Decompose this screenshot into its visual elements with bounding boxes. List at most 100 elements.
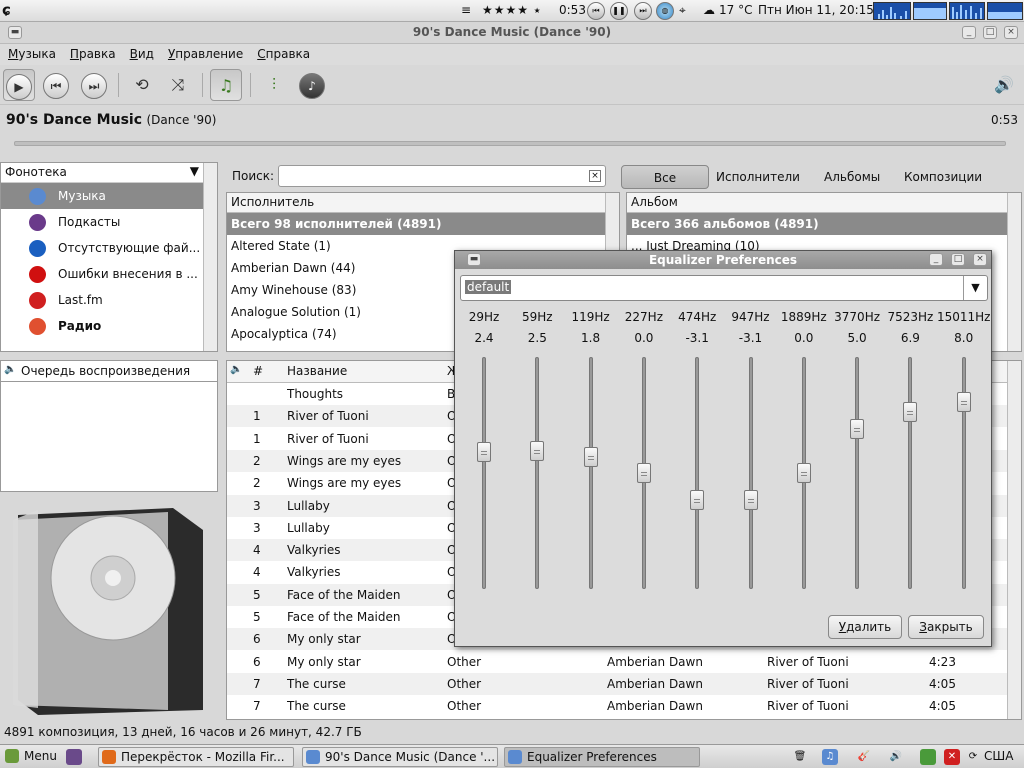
network-monitor-graph[interactable] (949, 2, 985, 20)
band-slider-handle[interactable] (530, 440, 545, 461)
menu-help[interactable]: Справка (249, 44, 316, 61)
band-slider-track[interactable] (588, 357, 593, 589)
band-slider-handle[interactable] (743, 490, 758, 511)
location-crosshair-icon[interactable]: ⌖ (679, 3, 686, 18)
keyboard-layout[interactable]: США (984, 749, 1013, 763)
main-menu-button[interactable]: Menu (2, 747, 60, 767)
library-item[interactable]: Музыка (1, 183, 205, 209)
eq-minimize-icon[interactable]: _ (929, 253, 943, 266)
close-button[interactable]: Закрыть (908, 615, 984, 639)
track-rating[interactable]: ★★★★ ⭑ (482, 3, 541, 18)
filter-artists-button[interactable]: Исполнители (708, 165, 808, 189)
memory-monitor-graph[interactable] (913, 2, 947, 20)
filter-albums-button[interactable]: Альбомы (816, 165, 888, 189)
taskbar-window-button[interactable]: Перекрёсток - Mozilla Fir... (98, 747, 294, 767)
band-slider-handle[interactable] (636, 463, 651, 483)
band-slider-handle[interactable] (956, 392, 971, 413)
taskbar-window-button[interactable]: 90's Dance Music (Dance '... (302, 747, 498, 767)
all-artists-row[interactable]: Всего 98 исполнителей (4891) (227, 213, 619, 235)
next-track-icon[interactable]: ⏭ (634, 2, 652, 20)
menu-edit[interactable]: Правка (62, 44, 122, 61)
library-item[interactable]: Подкасты (1, 209, 205, 235)
library-selector[interactable]: Фонотека ▼ (1, 163, 217, 183)
browse-button[interactable]: ♫ (210, 69, 242, 101)
weather-icon[interactable]: ☁ (703, 3, 715, 17)
play-button[interactable]: ▶ (3, 69, 35, 101)
eq-maximize-icon[interactable]: □ (951, 253, 965, 266)
equalizer-titlebar[interactable]: Equalizer Preferences (455, 251, 991, 269)
band-slider-track[interactable] (695, 357, 700, 589)
library-item[interactable]: Ошибки внесения в ... (1, 261, 205, 287)
search-input[interactable]: × (278, 165, 606, 187)
album-scrollbar[interactable] (1007, 193, 1021, 351)
band-slider-handle[interactable] (583, 447, 598, 468)
visualization-button[interactable]: ♪ (296, 69, 328, 101)
close-icon[interactable]: × (1004, 26, 1018, 39)
pause-icon[interactable]: ❚❚ (610, 2, 628, 20)
show-desktop-icon[interactable] (66, 749, 82, 765)
track-scrollbar[interactable] (1007, 361, 1021, 719)
band-slider-handle[interactable] (796, 463, 811, 483)
library-item[interactable]: Радио (1, 313, 205, 339)
preset-combo[interactable]: default ▼ (460, 275, 988, 301)
queue-header[interactable]: 🔈 Очередь воспроизведения (0, 360, 218, 382)
shuffle-button[interactable]: ⤨ (162, 69, 194, 101)
seek-bar[interactable] (14, 141, 1006, 146)
clear-search-icon[interactable]: × (589, 170, 601, 182)
music-tray-icon[interactable]: ♫ (822, 749, 838, 765)
minimize-icon[interactable]: _ (962, 26, 976, 39)
maximize-icon[interactable]: □ (983, 26, 997, 39)
title-header[interactable]: Название (287, 364, 347, 378)
volume-button[interactable]: 🔊 (988, 69, 1020, 101)
volume-tray-icon[interactable]: 🔊 (888, 749, 904, 765)
menu-music[interactable]: Музыка (0, 44, 62, 61)
track-row[interactable]: 6 My only star Other Amberian Dawn River of … (227, 651, 1007, 673)
equalizer-button[interactable]: ⫶ (258, 69, 290, 101)
delete-preset-button[interactable]: Удалить (828, 615, 902, 639)
cpu-monitor-graph[interactable] (873, 2, 911, 20)
band-slider-track[interactable] (482, 357, 486, 589)
album-column-header[interactable]: Альбом (627, 193, 1021, 213)
dropdown-arrow-icon[interactable]: ▼ (190, 164, 199, 178)
combo-arrow-icon[interactable]: ▼ (963, 276, 987, 300)
gnome-foot-icon[interactable]: ɕ (2, 1, 11, 19)
taskbar-window-button[interactable]: Equalizer Preferences (504, 747, 700, 767)
band-slider-track[interactable] (748, 357, 753, 589)
update-tray-icon[interactable]: ⟳ (965, 749, 981, 765)
previous-button[interactable]: ⏮ (40, 69, 72, 101)
artist-column-header[interactable]: Исполнитель (227, 193, 619, 213)
panel-menu-icon[interactable]: ≡ (461, 3, 471, 17)
all-albums-row[interactable]: Всего 366 альбомов (4891) (627, 213, 1021, 235)
filter-tracks-button[interactable]: Композиции (896, 165, 990, 189)
window-titlebar[interactable]: ▬ 90's Dance Music (Dance '90) _ □ × (0, 22, 1024, 44)
network-globe-icon[interactable]: ◍ (656, 2, 674, 20)
band-slider-track[interactable] (535, 357, 540, 589)
previous-track-icon[interactable]: ⏮ (587, 2, 605, 20)
network-tray-icon[interactable] (920, 749, 936, 765)
guitar-tray-icon[interactable]: 🎸 (856, 749, 872, 765)
preset-value[interactable]: default (465, 280, 512, 294)
disk-monitor-graph[interactable] (987, 2, 1023, 20)
weather-temperature[interactable]: 17 °C (719, 3, 752, 17)
repeat-button[interactable]: ⟲ (126, 69, 158, 101)
menu-control[interactable]: Управление (160, 44, 249, 61)
library-item[interactable]: Last.fm (1, 287, 205, 313)
band-slider-handle[interactable] (690, 490, 705, 511)
panel-clock[interactable]: Птн Июн 11, 20:15 (758, 3, 874, 17)
eq-window-menu-icon[interactable]: ▬ (467, 253, 481, 266)
eq-close-icon[interactable]: × (973, 253, 987, 266)
library-item[interactable]: Отсутствующие фай... (1, 235, 205, 261)
band-slider-handle[interactable] (477, 441, 491, 462)
band-slider-handle[interactable] (850, 418, 865, 439)
library-scrollbar[interactable] (203, 163, 217, 351)
queue-list[interactable] (0, 382, 218, 492)
band-slider-track[interactable] (855, 357, 860, 589)
band-slider-handle[interactable] (903, 402, 918, 423)
track-number-header[interactable]: # (253, 364, 263, 378)
track-row[interactable]: 7 The curse Other Amberian Dawn River of Tuo… (227, 695, 1007, 717)
trash-icon[interactable]: 🗑 (792, 749, 808, 765)
playing-column-icon[interactable]: 🔈 (230, 364, 242, 375)
error-tray-icon[interactable]: ✕ (944, 749, 960, 765)
next-button[interactable]: ⏭ (78, 69, 110, 101)
menu-view[interactable]: Вид (122, 44, 160, 61)
